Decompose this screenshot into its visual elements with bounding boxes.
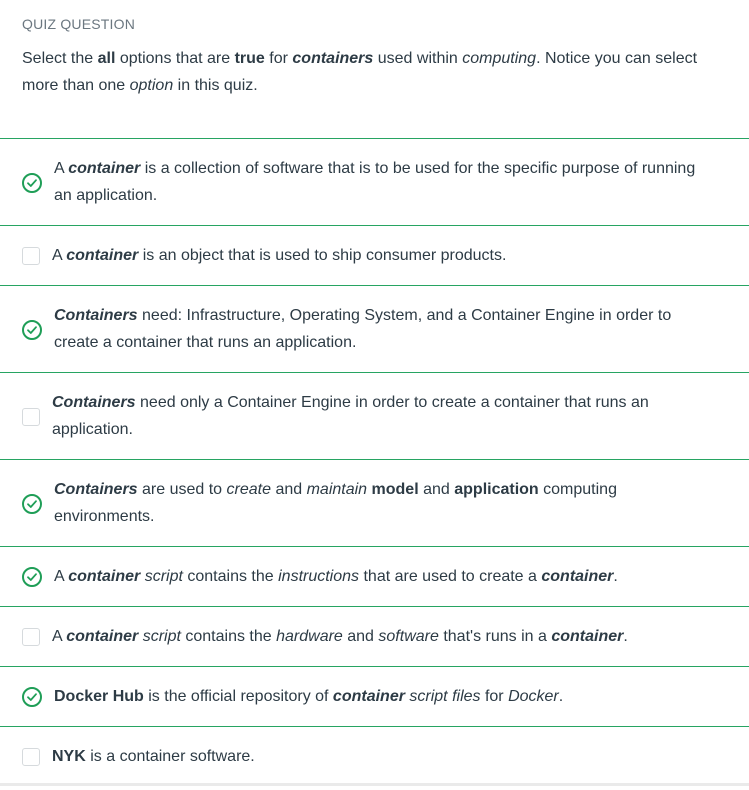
answer-fragment: hardware: [276, 628, 343, 645]
answer-fragment: contains the: [180, 628, 277, 645]
answer-fragment: is a container software.: [85, 748, 255, 765]
answer-fragment: software: [378, 628, 439, 645]
answer-fragment: are used to: [137, 481, 227, 498]
answer-option[interactable]: A container is an object that is used to…: [0, 225, 749, 285]
question-fragment: for: [264, 50, 293, 67]
answer-fragment: script files: [409, 688, 481, 705]
answer-fragment: and: [271, 481, 307, 498]
answer-fragment: A: [52, 628, 67, 645]
answer-fragment: script: [144, 568, 183, 585]
question-fragment: in this quiz.: [173, 77, 258, 94]
answer-fragment: and: [342, 628, 379, 645]
question-fragment: used within: [373, 50, 463, 67]
answer-option[interactable]: Containers need only a Container Engine …: [0, 372, 749, 459]
check-circle-icon[interactable]: [22, 173, 42, 193]
answer-fragment: script: [142, 628, 181, 645]
answer-fragment: and: [418, 481, 455, 498]
answer-option[interactable]: A container script contains the instruct…: [0, 546, 749, 606]
answer-fragment: need only a Container Engine in order to…: [52, 394, 649, 438]
question-text: Select the all options that are true for…: [22, 45, 712, 99]
answer-text: Containers need: Infrastructure, Operati…: [54, 302, 704, 356]
answer-fragment: Docker: [508, 688, 559, 705]
answer-fragment: .: [558, 688, 564, 705]
question-emphasis: computing: [462, 50, 537, 67]
answer-fragment: model: [371, 481, 419, 498]
answer-list: A container is a collection of software …: [0, 138, 749, 786]
check-circle-icon[interactable]: [22, 567, 42, 587]
answer-fragment: that's runs in a: [438, 628, 552, 645]
answer-fragment: is the official repository of: [143, 688, 333, 705]
answer-text: A container script contains the hardware…: [52, 623, 702, 650]
quiz-label: QUIZ QUESTION: [22, 16, 136, 32]
answer-fragment: NYK: [52, 748, 86, 765]
unchecked-checkbox[interactable]: [22, 748, 40, 766]
question-emphasis: containers: [292, 50, 374, 67]
answer-text: Containers need only a Container Engine …: [52, 389, 702, 443]
answer-fragment: maintain: [306, 481, 368, 498]
answer-fragment: A: [54, 568, 69, 585]
answer-fragment: is a collection of software that is to b…: [54, 160, 696, 204]
answer-text: Containers are used to create and mainta…: [54, 476, 704, 530]
answer-option[interactable]: Docker Hub is the official repository of…: [0, 666, 749, 726]
answer-fragment: .: [623, 628, 628, 645]
answer-option[interactable]: A container is a collection of software …: [0, 138, 749, 225]
answer-option[interactable]: Containers need: Infrastructure, Operati…: [0, 285, 749, 372]
question-fragment: options that are: [115, 50, 235, 67]
answer-fragment: container: [332, 688, 405, 705]
answer-fragment: A: [54, 160, 69, 177]
answer-fragment: create: [226, 481, 271, 498]
unchecked-checkbox[interactable]: [22, 408, 40, 426]
answer-fragment: A: [52, 247, 67, 264]
answer-text: A container is a collection of software …: [54, 155, 704, 209]
answer-fragment: need: Infrastructure, Operating System, …: [54, 307, 672, 351]
check-circle-icon[interactable]: [22, 494, 42, 514]
answer-option[interactable]: Containers are used to create and mainta…: [0, 459, 749, 546]
answer-fragment: container: [541, 568, 614, 585]
answer-fragment: that are used to create a: [359, 568, 542, 585]
answer-fragment: Containers: [54, 481, 138, 498]
answer-text: NYK is a container software.: [52, 743, 702, 770]
question-emphasis: true: [234, 50, 265, 67]
answer-fragment: container: [551, 628, 624, 645]
answer-fragment: container: [68, 568, 141, 585]
question-emphasis: option: [129, 77, 174, 94]
answer-fragment: instructions: [278, 568, 360, 585]
answer-fragment: container: [66, 247, 139, 264]
answer-fragment: contains the: [182, 568, 279, 585]
question-fragment: Select the: [22, 50, 98, 67]
answer-fragment: for: [480, 688, 509, 705]
unchecked-checkbox[interactable]: [22, 247, 40, 265]
answer-option[interactable]: A container script contains the hardware…: [0, 606, 749, 666]
answer-fragment: .: [613, 568, 618, 585]
unchecked-checkbox[interactable]: [22, 628, 40, 646]
answer-fragment: Docker Hub: [54, 688, 144, 705]
answer-fragment: is an object that is used to ship consum…: [138, 247, 507, 264]
answer-fragment: Containers: [52, 394, 136, 411]
check-circle-icon[interactable]: [22, 687, 42, 707]
answer-option[interactable]: NYK is a container software.: [0, 726, 749, 786]
answer-fragment: container: [66, 628, 139, 645]
answer-fragment: application: [454, 481, 539, 498]
answer-text: Docker Hub is the official repository of…: [54, 683, 704, 710]
answer-text: A container is an object that is used to…: [52, 242, 702, 269]
answer-fragment: Containers: [54, 307, 138, 324]
answer-text: A container script contains the instruct…: [54, 563, 704, 590]
question-emphasis: all: [97, 50, 116, 67]
check-circle-icon[interactable]: [22, 320, 42, 340]
answer-fragment: container: [68, 160, 141, 177]
